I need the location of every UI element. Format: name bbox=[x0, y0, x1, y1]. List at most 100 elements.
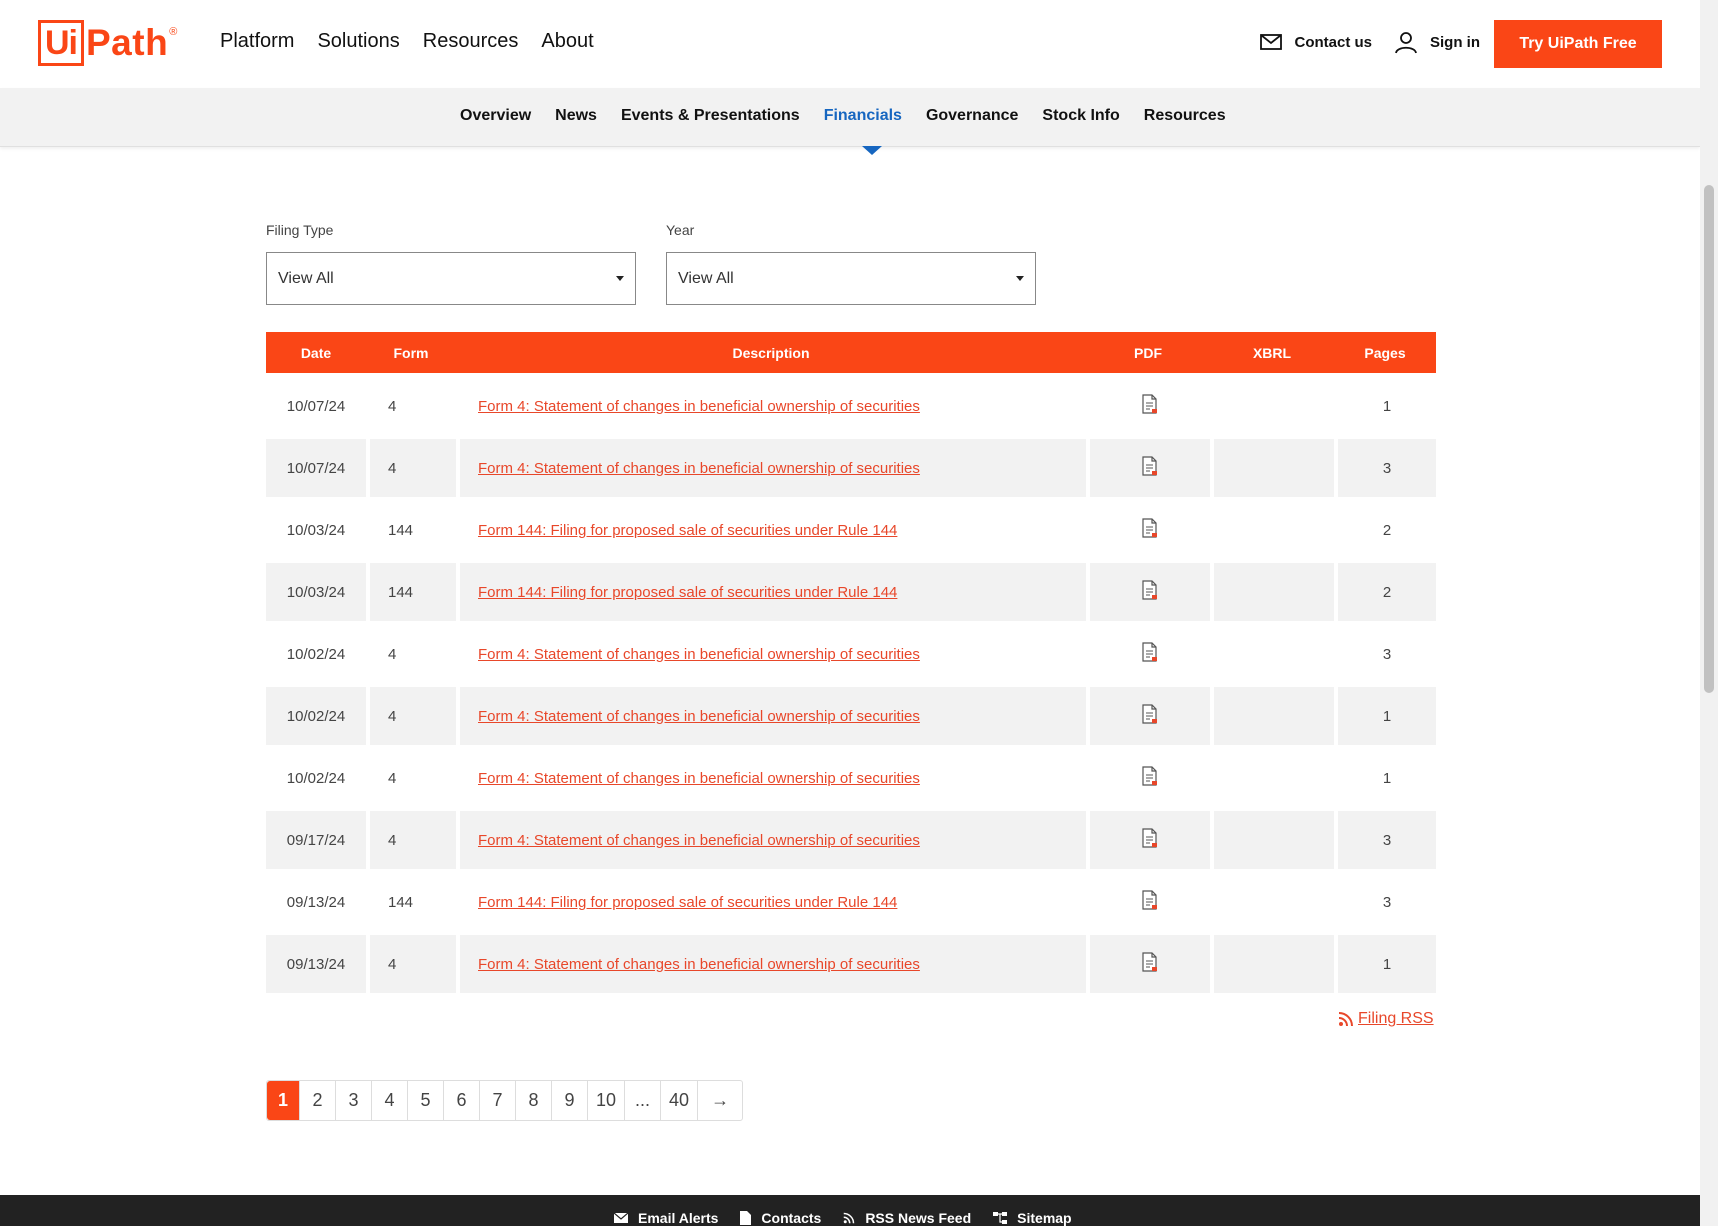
cell-xbrl bbox=[1214, 439, 1334, 497]
filing-type-select[interactable]: View All bbox=[266, 252, 636, 305]
pagination-page[interactable]: 4 bbox=[372, 1081, 408, 1120]
cell-pdf bbox=[1090, 377, 1210, 435]
cell-pages: 3 bbox=[1382, 645, 1392, 663]
cell-pdf bbox=[1090, 439, 1210, 497]
cell-date: 09/13/24 bbox=[266, 935, 366, 993]
footer-rss-news-feed[interactable]: RSS News Feed bbox=[843, 1210, 971, 1226]
filing-description-link[interactable]: Form 4: Statement of changes in benefici… bbox=[478, 832, 920, 849]
filing-description-link[interactable]: Form 4: Statement of changes in benefici… bbox=[478, 770, 920, 787]
cell-description: Form 144: Filing for proposed sale of se… bbox=[460, 563, 1086, 621]
utility-nav: Contact us Sign in bbox=[1260, 30, 1480, 54]
cell-pages: 3 bbox=[1382, 893, 1392, 911]
filing-description-link[interactable]: Form 144: Filing for proposed sale of se… bbox=[478, 584, 897, 601]
pagination-page[interactable]: 6 bbox=[444, 1081, 480, 1120]
cell-pages: 3 bbox=[1338, 811, 1436, 869]
tab-financials[interactable]: Financials bbox=[824, 107, 902, 125]
table-row: 09/13/24 4 Form 4: Statement of changes in… bbox=[266, 935, 1436, 993]
pagination-page[interactable]: 2 bbox=[300, 1081, 336, 1120]
user-icon bbox=[1395, 32, 1417, 54]
cell-form: 4 bbox=[370, 935, 456, 993]
pagination: 1 2 3 4 5 6 7 8 9 10... 40 → bbox=[266, 1080, 744, 1121]
rss-icon bbox=[1338, 1012, 1353, 1027]
year-select[interactable]: View All bbox=[666, 252, 1036, 305]
try-uipath-free-button[interactable]: Try UiPath Free bbox=[1494, 20, 1662, 68]
sign-in-link[interactable]: Sign in bbox=[1394, 30, 1480, 54]
tab-stock-info[interactable]: Stock Info bbox=[1042, 107, 1119, 125]
cell-xbrl bbox=[1214, 625, 1334, 683]
pagination-page[interactable]: 40 bbox=[661, 1081, 699, 1120]
pdf-download-icon[interactable] bbox=[1142, 456, 1158, 480]
tab-governance[interactable]: Governance bbox=[926, 107, 1018, 125]
filing-rss-link[interactable]: Filing RSS bbox=[1338, 1010, 1434, 1028]
cell-description: Form 4: Statement of changes in benefici… bbox=[460, 625, 1086, 683]
footer-email-alerts-label: Email Alerts bbox=[638, 1210, 719, 1226]
contact-us-link[interactable]: Contact us bbox=[1260, 34, 1372, 51]
tab-events-presentations[interactable]: Events & Presentations bbox=[621, 107, 800, 125]
cell-pdf bbox=[1090, 625, 1210, 683]
pagination-page[interactable]: 9 bbox=[552, 1081, 588, 1120]
filing-description-link[interactable]: Form 144: Filing for proposed sale of se… bbox=[478, 894, 897, 911]
table-header: Date Form Description PDF XBRL Pages bbox=[266, 332, 1436, 373]
filing-description-link[interactable]: Form 144: Filing for proposed sale of se… bbox=[478, 522, 897, 539]
filing-description-link[interactable]: Form 4: Statement of changes in benefici… bbox=[478, 398, 920, 415]
pdf-download-icon[interactable] bbox=[1142, 890, 1158, 914]
nav-solutions[interactable]: Solutions bbox=[317, 30, 399, 53]
footer-sitemap[interactable]: Sitemap bbox=[993, 1210, 1072, 1226]
contact-us-label: Contact us bbox=[1294, 33, 1372, 51]
pdf-download-icon[interactable] bbox=[1142, 642, 1158, 666]
footer-bar: Email Alerts Contacts RSS News Feed Site… bbox=[0, 1195, 1700, 1226]
pdf-download-icon[interactable] bbox=[1142, 704, 1158, 728]
pdf-download-icon[interactable] bbox=[1142, 766, 1158, 790]
pagination-page[interactable]: 10 bbox=[588, 1081, 626, 1120]
table-row: 10/07/24 4 Form 4: Statement of changes in… bbox=[266, 377, 1436, 435]
pagination-page[interactable]: 5 bbox=[408, 1081, 444, 1120]
cell-date: 10/03/24 bbox=[266, 563, 366, 621]
pagination-next-arrow-icon[interactable]: → bbox=[698, 1081, 742, 1120]
pdf-download-icon[interactable] bbox=[1142, 394, 1158, 418]
nav-platform[interactable]: Platform bbox=[220, 30, 294, 53]
nav-about[interactable]: About bbox=[541, 30, 593, 53]
tab-news[interactable]: News bbox=[555, 107, 597, 125]
tab-resources[interactable]: Resources bbox=[1144, 107, 1226, 125]
table-row: 10/07/24 4 Form 4: Statement of changes in… bbox=[266, 439, 1436, 497]
pagination-page[interactable]: 3 bbox=[336, 1081, 372, 1120]
rss-icon bbox=[843, 1212, 855, 1224]
nav-resources[interactable]: Resources bbox=[423, 30, 519, 53]
investor-subnav: Overview News Events & Presentations Fin… bbox=[0, 88, 1700, 147]
main-nav: Platform Solutions Resources About bbox=[220, 30, 594, 53]
pdf-download-icon[interactable] bbox=[1142, 518, 1158, 542]
year-value: View All bbox=[678, 269, 734, 287]
tab-overview[interactable]: Overview bbox=[460, 107, 531, 125]
filing-description-link[interactable]: Form 4: Statement of changes in benefici… bbox=[478, 460, 920, 477]
filing-description-link[interactable]: Form 4: Statement of changes in benefici… bbox=[478, 708, 920, 725]
uipath-logo[interactable]: Ui Path ® bbox=[38, 20, 177, 66]
filing-description-link[interactable]: Form 4: Statement of changes in benefici… bbox=[478, 956, 920, 973]
cell-date: 10/02/24 bbox=[286, 769, 346, 787]
footer-contacts[interactable]: Contacts bbox=[740, 1210, 821, 1226]
header-pdf: PDF bbox=[1134, 344, 1162, 361]
dropdown-caret-icon bbox=[1016, 276, 1024, 281]
cell-description: Form 4: Statement of changes in benefici… bbox=[460, 377, 1086, 435]
cell-description: Form 4: Statement of changes in benefici… bbox=[460, 749, 1086, 807]
pagination-page[interactable]: 1 bbox=[267, 1081, 300, 1120]
table-row: 10/02/24 4 Form 4: Statement of changes in… bbox=[266, 687, 1436, 745]
table-row: 09/17/24 4 Form 4: Statement of changes in… bbox=[266, 811, 1436, 869]
footer-sitemap-label: Sitemap bbox=[1017, 1210, 1072, 1226]
pdf-download-icon[interactable] bbox=[1142, 952, 1158, 976]
pagination-page[interactable]: 7 bbox=[480, 1081, 516, 1120]
pdf-download-icon[interactable] bbox=[1142, 580, 1158, 604]
cell-date: 09/13/24 bbox=[286, 893, 346, 911]
cell-pages: 1 bbox=[1338, 687, 1436, 745]
sitemap-icon bbox=[993, 1212, 1008, 1224]
pdf-download-icon[interactable] bbox=[1142, 828, 1158, 852]
cell-pages: 1 bbox=[1382, 769, 1392, 787]
footer-email-alerts[interactable]: Email Alerts bbox=[614, 1210, 718, 1226]
cell-date: 10/03/24 bbox=[286, 521, 346, 539]
cell-description: Form 4: Statement of changes in benefici… bbox=[460, 687, 1086, 745]
scrollbar-thumb[interactable] bbox=[1704, 185, 1714, 693]
pagination-ellipsis: ... bbox=[625, 1081, 662, 1120]
cell-xbrl bbox=[1214, 563, 1334, 621]
filing-description-link[interactable]: Form 4: Statement of changes in benefici… bbox=[478, 646, 920, 663]
page-scrollbar[interactable] bbox=[1700, 0, 1718, 1226]
pagination-page[interactable]: 8 bbox=[516, 1081, 552, 1120]
